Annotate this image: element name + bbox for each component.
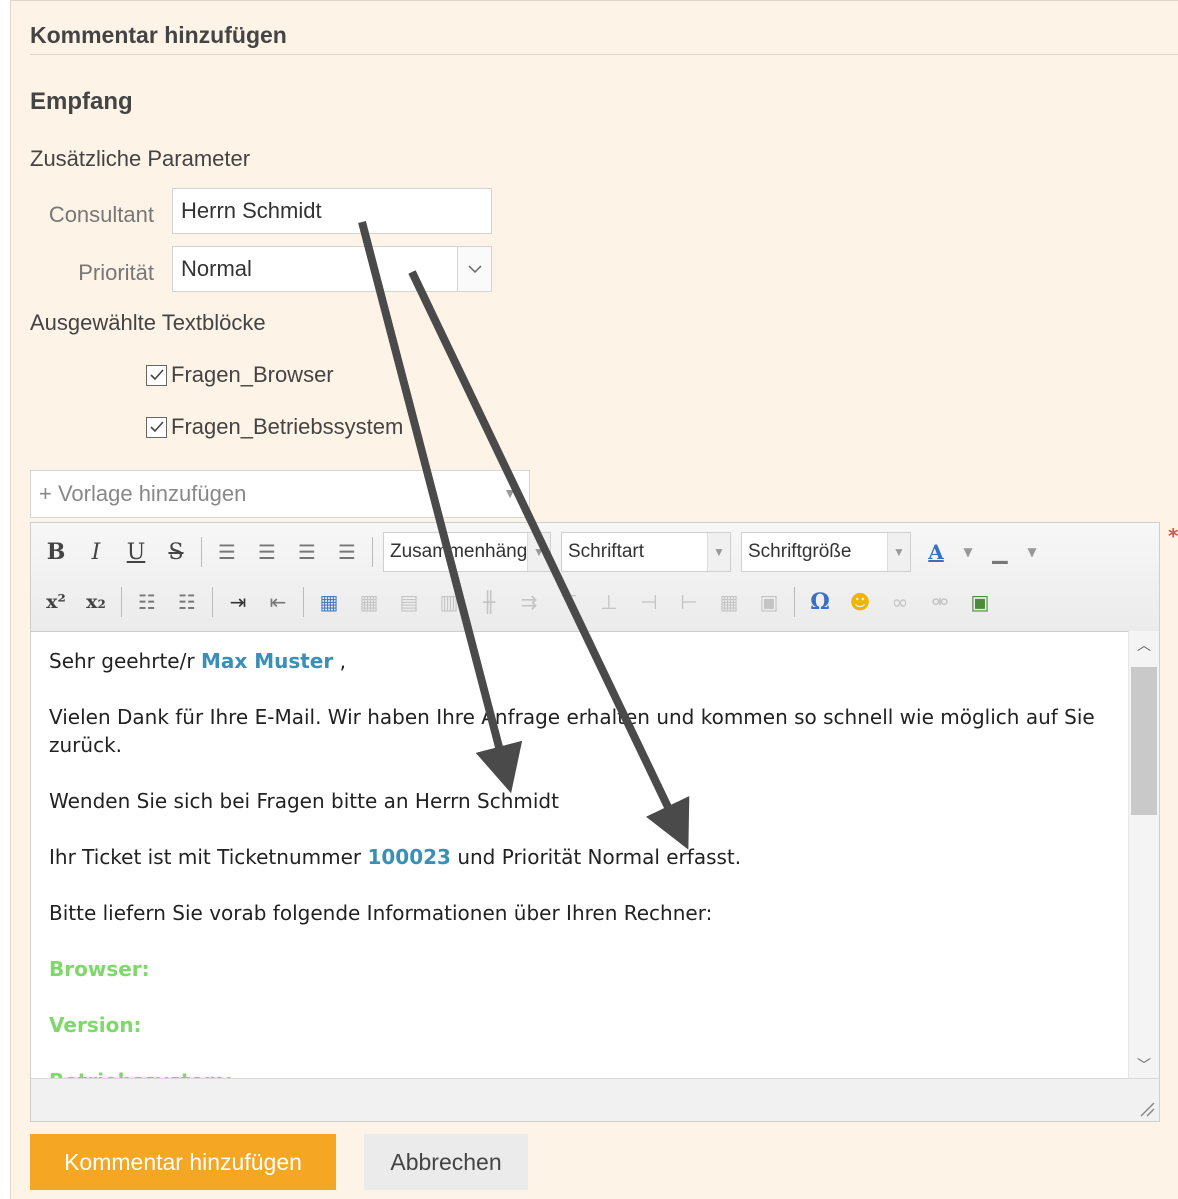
table-row-icon[interactable]: ▤ [394,590,424,614]
subscript-button[interactable]: x₂ [81,591,111,613]
insert-column-right-icon[interactable]: ⊢ [674,590,704,614]
template-select[interactable]: + Vorlage hinzufügen ▼ [30,470,530,518]
paragraph-ticket: Ihr Ticket ist mit Ticketnummer 100023 u… [49,843,1111,871]
priority-select[interactable]: Normal [172,246,492,292]
greeting-prefix: Sehr geehrte/r [49,649,201,673]
customer-name: Max Muster [200,649,334,673]
text-color-icon[interactable]: A [921,540,951,564]
insert-row-below-icon[interactable]: ⊥ [594,590,624,614]
outdent-icon[interactable]: ⇤ [263,590,293,614]
paragraph-thanks: Vielen Dank für Ihre E-Mail. Wir haben I… [49,705,1095,757]
underline-button[interactable]: U [121,540,151,565]
consultant-label: Consultant [48,202,154,227]
editor-statusbar [31,1078,1159,1121]
textblock-label: Fragen_Betriebssystem [171,414,404,439]
ticket-prefix: Ihr Ticket ist mit Ticketnummer [49,845,368,869]
chevron-down-icon: ▼ [503,485,517,501]
superscript-button[interactable]: x² [41,591,71,613]
scroll-up-icon[interactable]: ︿ [1129,635,1159,655]
editor-content[interactable]: Sehr geehrte/r Max Muster , Vielen Dank … [31,631,1129,1079]
toolbar-separator [303,587,304,617]
greeting-line: Sehr geehrte/r Max Muster , [49,647,1111,675]
panel-title: Kommentar hinzufügen [30,22,287,48]
textblock-label: Fragen_Browser [171,362,334,387]
align-left-icon[interactable]: ☰ [212,540,242,564]
delete-table-icon[interactable]: ▦ [354,590,384,614]
table-properties-icon[interactable]: ▦ [714,590,744,614]
resize-handle-icon[interactable] [1137,1099,1155,1117]
cell-properties-icon[interactable]: ▣ [754,590,784,614]
consultant-input[interactable]: Herrn Schmidt [172,188,492,234]
template-placeholder: + Vorlage hinzufügen [39,481,247,506]
cancel-button[interactable]: Abbrechen [364,1134,528,1190]
toolbar-separator [372,537,373,567]
paragraph-request: Bitte liefern Sie vorab folgende Informa… [49,901,713,925]
align-right-icon[interactable]: ☰ [292,540,322,564]
numbered-list-icon[interactable]: ☷ [172,590,202,614]
size-combo[interactable]: Schriftgröße ▼ [741,532,911,572]
toolbar-separator [212,587,213,617]
chevron-down-icon: ▼ [887,533,910,571]
scrollbar-thumb[interactable] [1131,667,1157,815]
special-char-button[interactable]: Ω [805,589,835,615]
priority-select-value: Normal [181,256,252,281]
chevron-down-icon: ▼ [707,533,730,571]
textblock-item[interactable]: Fragen_Betriebssystem [146,414,403,440]
chevron-down-icon[interactable]: ▼ [961,545,975,559]
font-combo[interactable]: Schriftart ▼ [561,532,731,572]
required-marker: * [1168,524,1178,548]
section-title: Empfang [30,88,133,115]
paragraph-contact: Wenden Sie sich bei Fragen bitte an Herr… [49,789,559,813]
insert-image-icon[interactable]: ▣ [965,590,995,614]
split-cell-icon[interactable]: ╫ [474,590,504,614]
insert-row-above-icon[interactable]: ⊤ [554,590,584,614]
add-comment-button[interactable]: Kommentar hinzufügen [30,1134,336,1190]
bold-button[interactable]: B [41,539,71,565]
chevron-down-icon: ▼ [527,533,550,571]
chevron-down-icon[interactable]: ▼ [1025,545,1039,559]
table-column-icon[interactable]: ▥ [434,590,464,614]
insert-table-icon[interactable]: ▦ [314,590,344,614]
params-heading: Zusätzliche Parameter [30,146,251,171]
editor-toolbar: B I U S ☰ ☰ ☰ ☰ Zusammenhäng ▼ Schriftar… [31,523,1159,632]
indent-icon[interactable]: ⇥ [223,590,253,614]
strikethrough-button[interactable]: S [161,540,191,565]
align-justify-icon[interactable]: ☰ [332,540,362,564]
italic-button[interactable]: I [81,540,111,565]
bullet-list-icon[interactable]: ☷ [132,590,162,614]
format-combo-value: Zusammenhäng [390,541,528,562]
scroll-down-icon[interactable]: ﹀ [1129,1055,1159,1075]
field-version: Version: [49,1013,142,1037]
toolbar-row-1: B I U S ☰ ☰ ☰ ☰ Zusammenhäng ▼ Schriftar… [41,529,1039,575]
editor-scrollbar[interactable]: ︿ ﹀ [1128,631,1159,1079]
checkbox-checked-icon[interactable] [146,364,167,386]
chevron-down-icon[interactable] [457,247,491,291]
merge-cell-icon[interactable]: ⇉ [514,590,544,614]
align-center-icon[interactable]: ☰ [252,540,282,564]
ticket-number: 100023 [367,845,451,869]
greeting-suffix: , [333,649,346,673]
toolbar-separator [794,587,795,617]
ticket-suffix: und Priorität Normal erfasst. [450,845,742,869]
field-browser: Browser: [49,957,150,981]
size-combo-value: Schriftgröße [748,541,852,562]
toolbar-row-2: x² x₂ ☷ ☷ ⇥ ⇤ ▦ ▦ ▤ ▥ ╫ ⇉ ⊤ ⊥ ⊣ ⊢ ▦ ▣ Ω … [41,579,995,625]
textblocks-heading: Ausgewählte Textblöcke [30,310,266,335]
background-color-icon[interactable]: ▁ [985,540,1015,564]
checkbox-checked-icon[interactable] [146,416,167,438]
link-icon[interactable]: ∞ [885,590,915,614]
format-combo[interactable]: Zusammenhäng ▼ [383,532,551,572]
header-divider [30,54,1178,55]
rich-text-editor[interactable]: B I U S ☰ ☰ ☰ ☰ Zusammenhäng ▼ Schriftar… [30,522,1160,1122]
toolbar-separator [201,537,202,567]
smiley-icon[interactable]: ☻ [845,590,875,614]
unlink-icon[interactable]: ⚮ [925,590,955,614]
priority-label: Priorität [78,260,154,285]
insert-column-left-icon[interactable]: ⊣ [634,590,664,614]
font-combo-value: Schriftart [568,541,645,562]
toolbar-separator [121,587,122,617]
textblock-item[interactable]: Fragen_Browser [146,362,334,388]
